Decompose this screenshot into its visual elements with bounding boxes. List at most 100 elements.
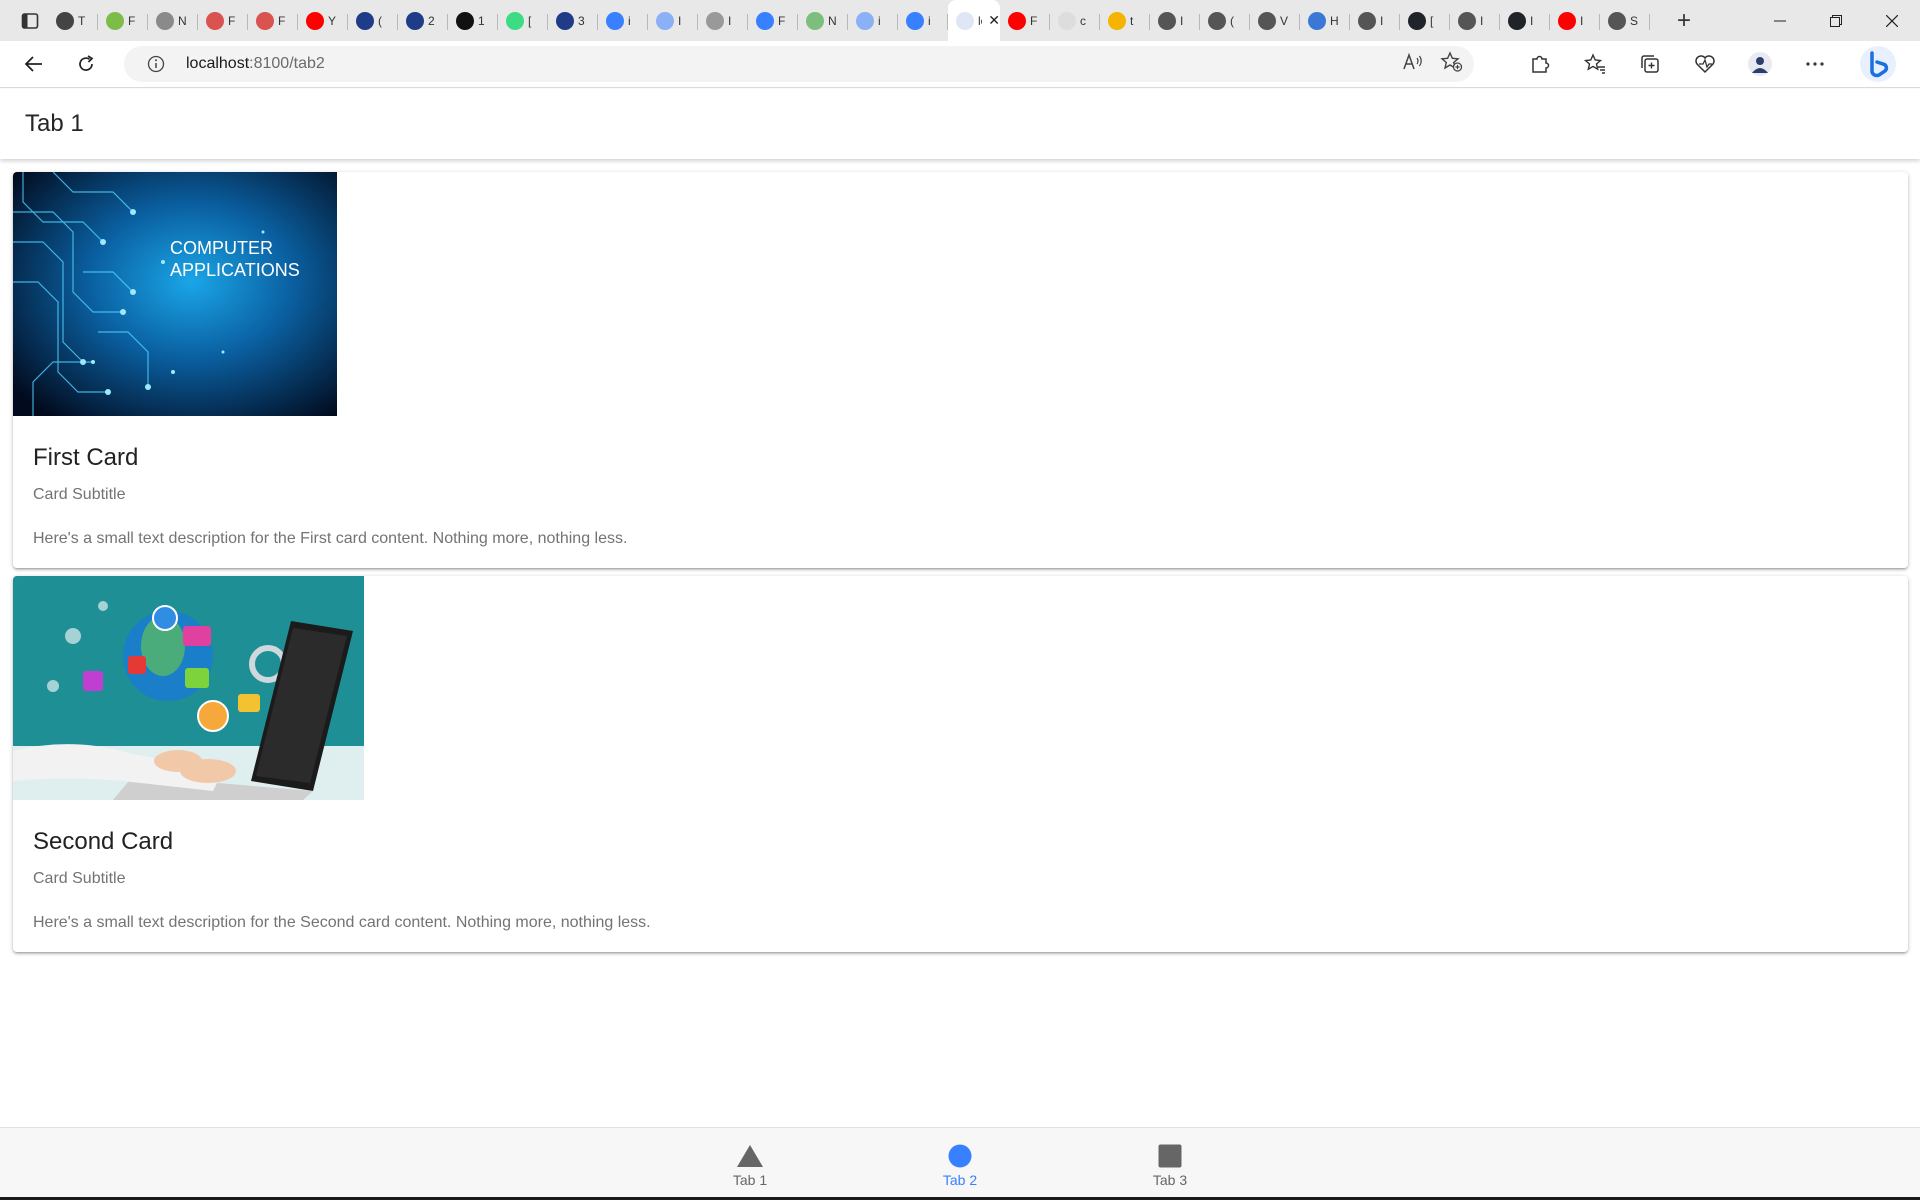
browser-tab[interactable]: F — [748, 4, 798, 38]
browser-tab[interactable]: S — [1600, 4, 1650, 38]
android-icon — [506, 11, 524, 30]
browser-tab[interactable]: V — [1250, 4, 1300, 38]
gear-icon — [1608, 11, 1626, 30]
browser-tab[interactable]: i — [848, 4, 898, 38]
google-icon — [1058, 11, 1076, 30]
profile-button[interactable] — [1740, 44, 1780, 84]
favorites-button[interactable] — [1575, 44, 1615, 84]
browser-tab-title: V — [1280, 13, 1289, 28]
browser-tab-title: H — [1330, 13, 1339, 28]
browser-tab[interactable]: I — [648, 4, 698, 38]
wiki-icon — [706, 11, 724, 30]
youtube-icon — [306, 11, 324, 30]
tab-label: Tab 1 — [732, 1172, 768, 1188]
browser-tab[interactable]: F — [198, 4, 248, 38]
page-icon — [1458, 11, 1476, 30]
browser-tab[interactable]: F — [98, 4, 148, 38]
browser-tab-title: I — [678, 13, 682, 28]
browser-tab[interactable]: 2 — [398, 4, 448, 38]
tab-label: Tab 3 — [1152, 1172, 1188, 1188]
browser-tab-title: I — [1180, 13, 1184, 28]
address-bar[interactable]: localhost:8100/tab2 — [124, 46, 1474, 82]
tab-button-tab1[interactable]: Tab 1 — [690, 1128, 810, 1200]
browser-tab-title: F — [778, 13, 786, 28]
c-icon — [556, 11, 574, 30]
square-icon — [1158, 1144, 1182, 1168]
browser-tab[interactable]: F — [248, 4, 298, 38]
toolbar-actions — [1520, 44, 1898, 84]
minimize-button[interactable] — [1752, 0, 1808, 41]
browser-tab[interactable]: H — [1300, 4, 1350, 38]
add-favorite-button[interactable] — [1440, 50, 1464, 78]
tab-label: Tab 2 — [942, 1172, 978, 1188]
ionic-icon — [856, 11, 874, 30]
browser-tab-title: F — [128, 13, 136, 28]
browser-tab[interactable]: I — [1350, 4, 1400, 38]
ionic-icon — [656, 11, 674, 30]
browser-tab[interactable]: [ — [498, 4, 548, 38]
reload-button[interactable] — [66, 44, 106, 84]
browser-tab-title: N — [828, 13, 837, 28]
restore-button[interactable] — [1808, 0, 1864, 41]
browser-tab[interactable]: Y — [298, 4, 348, 38]
new-tab-button[interactable]: + — [1664, 3, 1704, 39]
browser-tabs: T F N F F Y (2 1 [3 i I I F Ni i lo ✕ Fc t I (V H I [I I I S — [48, 0, 1650, 41]
browser-tab[interactable]: I — [1500, 4, 1550, 38]
browser-tab[interactable]: I — [698, 4, 748, 38]
c-icon — [406, 11, 424, 30]
browser-tab[interactable]: c — [1050, 4, 1100, 38]
card-title: First Card — [33, 444, 139, 471]
site-info-button[interactable] — [136, 55, 176, 73]
tab-button-tab2[interactable]: Tab 2 — [900, 1128, 1020, 1200]
browser-tab[interactable]: N — [798, 4, 848, 38]
page-icon — [1158, 11, 1176, 30]
minimize-icon — [1774, 20, 1786, 21]
browser-tab[interactable]: t — [1100, 4, 1150, 38]
heart-pulse-icon — [1695, 55, 1715, 74]
page-content: COMPUTER APPLICATIONS First Card Card Su… — [0, 159, 1920, 1127]
browser-tab[interactable]: T — [48, 4, 98, 38]
read-aloud-button[interactable] — [1402, 52, 1424, 77]
avatar-icon — [1748, 52, 1772, 76]
close-tab-icon[interactable]: ✕ — [988, 12, 1000, 29]
node-icon — [806, 11, 824, 30]
ionic-icon — [756, 11, 774, 30]
browser-tab[interactable]: 1 — [448, 4, 498, 38]
info-icon — [147, 55, 165, 73]
drive-icon — [1108, 11, 1126, 30]
browser-tab-title: I — [1480, 13, 1484, 28]
browser-tab-title: t — [1130, 13, 1134, 28]
browser-tab[interactable]: ( — [348, 4, 398, 38]
browser-tab[interactable]: I — [1550, 4, 1600, 38]
browser-tab[interactable]: F — [1000, 4, 1050, 38]
browser-tab[interactable]: 3 — [548, 4, 598, 38]
browser-tab[interactable]: ( — [1200, 4, 1250, 38]
browser-tab[interactable]: I — [1450, 4, 1500, 38]
browser-tab-title: i — [628, 13, 631, 28]
browser-tab-title: N — [178, 13, 187, 28]
close-window-button[interactable] — [1864, 0, 1920, 41]
card-subtitle: Card Subtitle — [33, 870, 126, 887]
more-menu-button[interactable] — [1795, 44, 1835, 84]
copilot-button[interactable] — [1858, 44, 1898, 84]
browser-tab[interactable]: [ — [1400, 4, 1450, 38]
tab-button-tab3[interactable]: Tab 3 — [1110, 1128, 1230, 1200]
performance-button[interactable] — [1685, 44, 1725, 84]
browser-tab-title: I — [728, 13, 732, 28]
browser-toolbar: localhost:8100/tab2 — [0, 41, 1920, 88]
browser-tab-title: [ — [528, 13, 532, 28]
browser-tab[interactable]: i — [898, 4, 948, 38]
tab-actions-button[interactable] — [12, 3, 48, 39]
browser-tab[interactable]: i — [598, 4, 648, 38]
browser-tab-title: S — [1630, 13, 1639, 28]
back-button[interactable] — [14, 44, 54, 84]
browser-tab[interactable]: I — [1150, 4, 1200, 38]
browser-tab-title: 2 — [428, 13, 435, 28]
browser-tab-active[interactable]: lo ✕ — [948, 0, 1000, 41]
collections-button[interactable] — [1630, 44, 1670, 84]
browser-tab-title: I — [1530, 13, 1534, 28]
browser-tab[interactable]: N — [148, 4, 198, 38]
extensions-button[interactable] — [1520, 44, 1560, 84]
triangle-icon — [737, 1145, 763, 1167]
page-icon — [1258, 11, 1276, 30]
